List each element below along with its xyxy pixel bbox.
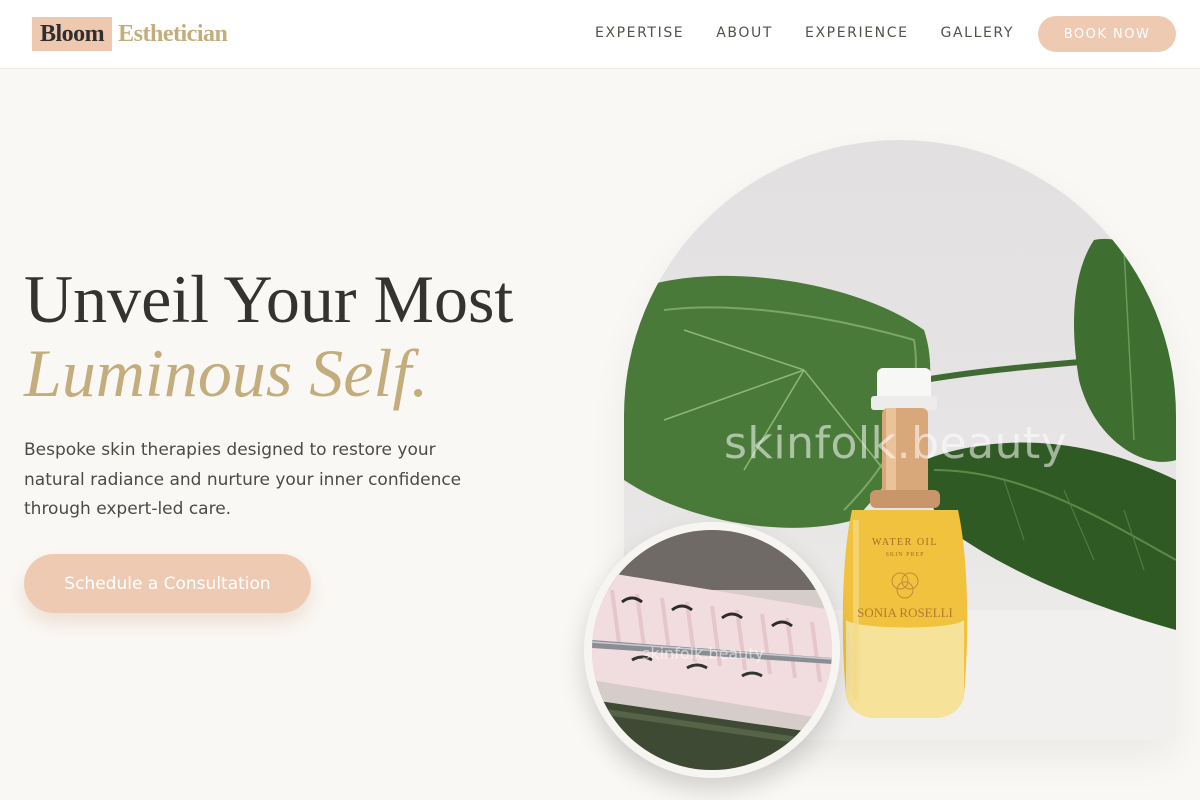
hero-headline: Unveil Your Most Luminous Self.	[24, 262, 513, 410]
bottle-label-line2: SKIN PREP	[886, 552, 925, 558]
image-watermark: skinfolk.beauty	[724, 418, 1068, 469]
book-now-button[interactable]: BOOK NOW	[1038, 16, 1176, 52]
nav-gallery[interactable]: GALLERY	[941, 25, 1014, 41]
schedule-consultation-button[interactable]: Schedule a Consultation	[24, 554, 311, 613]
lash-tray-image: skinfolk.beauty	[584, 522, 840, 778]
site-header: Bloom Esthetician EXPERTISE ABOUT EXPERI…	[0, 0, 1200, 69]
logo[interactable]: Bloom Esthetician	[32, 17, 228, 51]
bottle-label-line1: WATER OIL	[872, 537, 938, 548]
hero-headline-line1: Unveil Your Most	[24, 261, 514, 337]
logo-primary-word: Bloom	[32, 17, 113, 51]
hero-description: Bespoke skin therapies designed to resto…	[24, 440, 462, 519]
hero-headline-line2: Luminous Self.	[24, 335, 429, 411]
nav-expertise[interactable]: EXPERTISE	[595, 25, 684, 41]
nav-experience[interactable]: EXPERIENCE	[805, 25, 909, 41]
bottle-brand: SONIA ROSELLI	[857, 605, 953, 620]
secondary-image-watermark: skinfolk.beauty	[642, 644, 765, 663]
nav-about[interactable]: ABOUT	[716, 25, 773, 41]
main-nav: EXPERTISE ABOUT EXPERIENCE GALLERY	[595, 25, 1014, 41]
logo-secondary-word: Esthetician	[118, 20, 228, 47]
